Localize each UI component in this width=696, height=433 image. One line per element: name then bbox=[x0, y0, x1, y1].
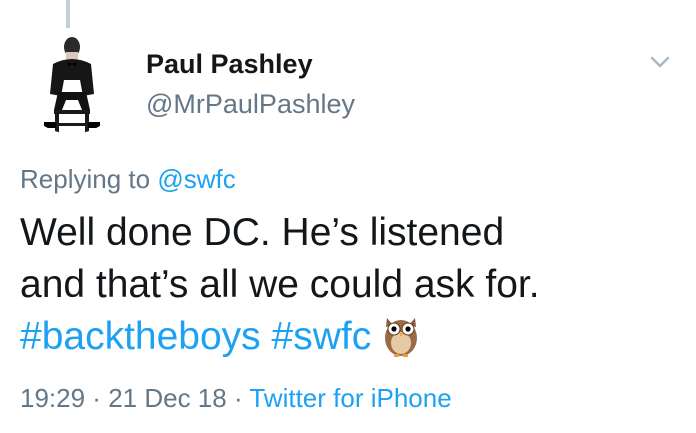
meta-separator: · bbox=[85, 383, 109, 413]
tweet-text-line-3: #backtheboys #swfc bbox=[20, 311, 680, 363]
avatar[interactable] bbox=[20, 30, 124, 134]
replying-to: Replying to @swfc bbox=[20, 164, 236, 195]
tweet-card[interactable]: Paul Pashley @MrPaulPashley Replying to … bbox=[0, 0, 696, 433]
tweet-source-link[interactable]: Twitter for iPhone bbox=[249, 383, 451, 413]
tweet-text-line-1: Well done DC. He’s listened bbox=[20, 211, 505, 254]
tweet-text-line-2: and that’s all we could ask for. bbox=[20, 263, 540, 306]
tweet-meta: 19:29 · 21 Dec 18 · Twitter for iPhone bbox=[20, 383, 452, 414]
author-name[interactable]: Paul Pashley bbox=[146, 49, 313, 80]
tweet-time[interactable]: 19:29 bbox=[20, 383, 85, 413]
tweet-text: Well done DC. He’s listened and that’s a… bbox=[20, 207, 680, 363]
hashtag-backtheboys[interactable]: #backtheboys bbox=[20, 315, 261, 358]
meta-separator: · bbox=[226, 383, 250, 413]
chevron-down-icon[interactable] bbox=[646, 48, 674, 76]
avatar-image bbox=[20, 30, 124, 134]
replying-to-label: Replying to bbox=[20, 164, 158, 194]
hashtag-swfc[interactable]: #swfc bbox=[272, 315, 372, 358]
owl-emoji-icon bbox=[381, 312, 421, 358]
tweet-date[interactable]: 21 Dec 18 bbox=[108, 383, 227, 413]
author-handle[interactable]: @MrPaulPashley bbox=[146, 89, 355, 120]
thread-connector-line bbox=[66, 0, 70, 28]
reply-mention-link[interactable]: @swfc bbox=[157, 164, 235, 194]
